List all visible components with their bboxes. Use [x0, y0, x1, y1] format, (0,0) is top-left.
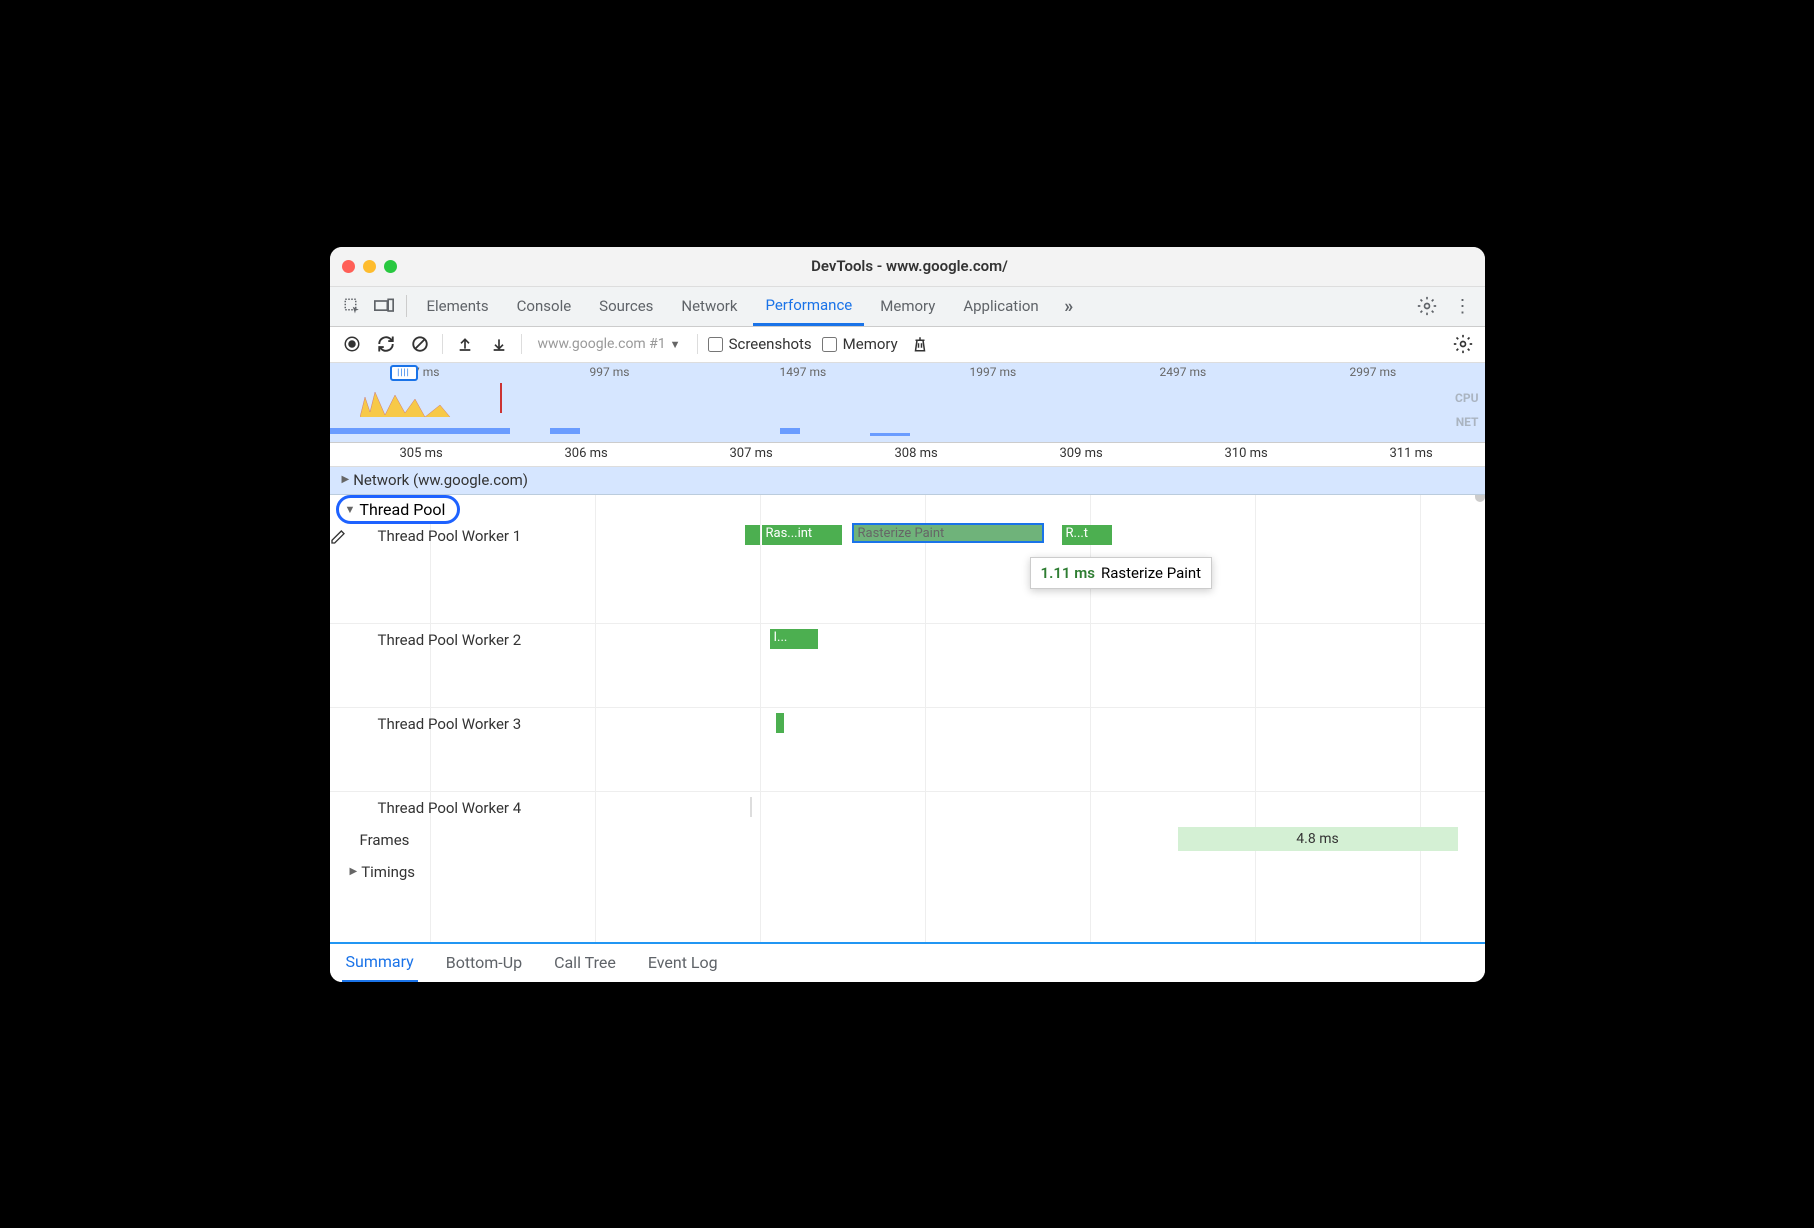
- btab-summary[interactable]: Summary: [342, 943, 418, 982]
- reload-icon[interactable]: [374, 332, 398, 356]
- caret-down-icon: ▼: [345, 503, 356, 516]
- download-icon[interactable]: [487, 332, 511, 356]
- overview-net-bar-4: [870, 433, 910, 436]
- network-row-label: Network (ww.google.com): [353, 471, 528, 489]
- worker3-label[interactable]: Thread Pool Worker 3: [378, 715, 522, 733]
- edit-icon[interactable]: [330, 529, 350, 545]
- overview-net-bar-3: [780, 428, 800, 434]
- worker1-bar-rasint[interactable]: Ras...int: [762, 525, 842, 545]
- worker1-bar-rasterize-paint[interactable]: Rasterize Paint: [852, 523, 1044, 543]
- device-toolbar-icon[interactable]: [370, 292, 398, 320]
- tab-sources[interactable]: Sources: [587, 286, 665, 326]
- tab-elements[interactable]: Elements: [415, 286, 501, 326]
- ruler-tick-3: 308 ms: [895, 446, 938, 461]
- minimize-button[interactable]: [363, 260, 376, 273]
- perf-toolbar: www.google.com #1 ▼ Screenshots Memory: [330, 327, 1485, 363]
- memory-checkbox-input[interactable]: [822, 337, 837, 352]
- inspect-icon[interactable]: [338, 292, 366, 320]
- ov-tick-3: 1997 ms: [970, 365, 1017, 379]
- more-tabs-icon[interactable]: »: [1055, 292, 1083, 320]
- titlebar: DevTools - www.google.com/: [330, 247, 1485, 287]
- overview-activity: [360, 387, 480, 417]
- ruler-tick-5: 310 ms: [1225, 446, 1268, 461]
- recording-select-label: www.google.com #1: [538, 336, 666, 352]
- clear-icon[interactable]: [408, 332, 432, 356]
- overview-range-handle[interactable]: ||||: [390, 365, 418, 381]
- worker1-bar-pre[interactable]: [745, 525, 760, 545]
- record-icon[interactable]: [340, 332, 364, 356]
- thread-pool-label: Thread Pool: [359, 500, 445, 519]
- ruler-tick-2: 307 ms: [730, 446, 773, 461]
- screenshots-label: Screenshots: [729, 335, 812, 353]
- recording-select[interactable]: www.google.com #1 ▼: [532, 336, 687, 352]
- event-tooltip: 1.11 ms Rasterize Paint: [1030, 557, 1213, 589]
- timings-label: Timings: [361, 863, 415, 881]
- frames-label[interactable]: Frames: [360, 831, 410, 849]
- gc-icon[interactable]: [908, 332, 932, 356]
- flame-chart[interactable]: ▶ Network (ww.google.com) ▼ Thread Pool …: [330, 467, 1485, 942]
- window-title: DevTools - www.google.com/: [397, 257, 1423, 275]
- perf-settings-icon[interactable]: [1451, 332, 1475, 356]
- ruler-tick-4: 309 ms: [1060, 446, 1103, 461]
- memory-checkbox[interactable]: Memory: [822, 335, 898, 353]
- worker2-label[interactable]: Thread Pool Worker 2: [378, 631, 522, 649]
- kebab-icon[interactable]: ⋮: [1449, 292, 1477, 320]
- details-tabbar: Summary Bottom-Up Call Tree Event Log: [330, 942, 1485, 982]
- tab-memory[interactable]: Memory: [868, 286, 947, 326]
- overview-panel[interactable]: 497 ms 997 ms 1497 ms 1997 ms 2497 ms 29…: [330, 363, 1485, 443]
- overview-marker: [500, 383, 502, 413]
- caret-right-icon-2: ▶: [350, 866, 358, 877]
- traffic-lights: [342, 260, 397, 273]
- upload-icon[interactable]: [453, 332, 477, 356]
- tab-console[interactable]: Console: [505, 286, 584, 326]
- worker1-label[interactable]: Thread Pool Worker 1: [378, 527, 522, 545]
- tooltip-duration: 1.11 ms: [1041, 564, 1095, 582]
- ov-tick-4: 2497 ms: [1160, 365, 1207, 379]
- devtools-window: DevTools - www.google.com/ Elements Cons…: [330, 247, 1485, 982]
- btab-call-tree[interactable]: Call Tree: [550, 943, 620, 982]
- btab-event-log[interactable]: Event Log: [644, 943, 722, 982]
- overview-ticks: 497 ms 997 ms 1497 ms 1997 ms 2497 ms 29…: [330, 365, 1485, 381]
- worker4-blip[interactable]: [750, 797, 752, 817]
- worker2-bar-i[interactable]: I...: [770, 629, 818, 649]
- overview-net-bar-2: [550, 428, 580, 434]
- screenshots-checkbox-input[interactable]: [708, 337, 723, 352]
- close-button[interactable]: [342, 260, 355, 273]
- timeline-ruler[interactable]: 305 ms 306 ms 307 ms 308 ms 309 ms 310 m…: [330, 443, 1485, 467]
- memory-label: Memory: [843, 335, 898, 353]
- maximize-button[interactable]: [384, 260, 397, 273]
- cpu-label: CPU: [1455, 391, 1479, 405]
- net-label: NET: [1456, 415, 1479, 429]
- worker4-label[interactable]: Thread Pool Worker 4: [378, 799, 522, 817]
- tab-performance[interactable]: Performance: [753, 286, 864, 326]
- main-tabbar: Elements Console Sources Network Perform…: [330, 287, 1485, 327]
- tab-network[interactable]: Network: [669, 286, 749, 326]
- settings-icon[interactable]: [1413, 292, 1441, 320]
- network-row[interactable]: ▶ Network (ww.google.com): [330, 467, 1485, 495]
- caret-right-icon: ▶: [342, 474, 350, 485]
- screenshots-checkbox[interactable]: Screenshots: [708, 335, 812, 353]
- timings-row[interactable]: ▶ Timings: [350, 863, 416, 881]
- tooltip-name: Rasterize Paint: [1101, 564, 1201, 582]
- frames-bar[interactable]: 4.8 ms: [1178, 827, 1458, 851]
- ruler-tick-6: 311 ms: [1390, 446, 1433, 461]
- ruler-tick-1: 306 ms: [565, 446, 608, 461]
- thread-pool-header[interactable]: ▼ Thread Pool: [336, 495, 461, 524]
- overview-net-bar-1: [330, 428, 510, 434]
- ov-tick-2: 1497 ms: [780, 365, 827, 379]
- btab-bottom-up[interactable]: Bottom-Up: [442, 943, 526, 982]
- worker1-bar-rt[interactable]: R...t: [1062, 525, 1112, 545]
- ov-tick-1: 997 ms: [590, 365, 630, 379]
- ruler-tick-0: 305 ms: [400, 446, 443, 461]
- worker3-bar[interactable]: [776, 713, 784, 733]
- tab-application[interactable]: Application: [951, 286, 1050, 326]
- ov-tick-5: 2997 ms: [1350, 365, 1397, 379]
